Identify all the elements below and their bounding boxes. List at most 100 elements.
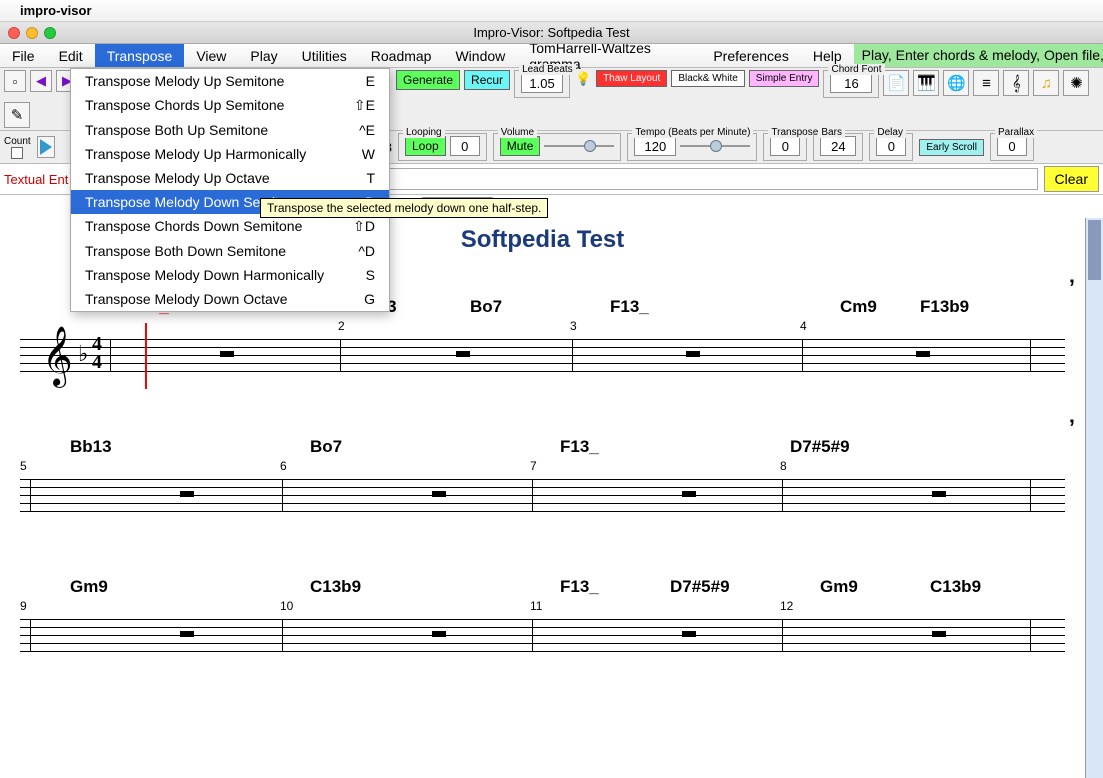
tempo-value[interactable]: 120: [634, 136, 676, 156]
pencil-icon[interactable]: ✎: [4, 102, 30, 128]
dropdown-item[interactable]: Transpose Melody Down HarmonicallyS: [71, 263, 389, 287]
volume-label: Volume: [498, 127, 537, 138]
parallax-value[interactable]: 0: [997, 136, 1027, 156]
black-white-button[interactable]: Black& White: [671, 70, 744, 87]
menu-view[interactable]: View: [184, 44, 238, 67]
count-checkbox[interactable]: [11, 147, 23, 159]
chord-symbol[interactable]: F13_: [610, 297, 649, 317]
bars-group: Bars 24: [813, 133, 863, 161]
chord-symbol[interactable]: C13b9: [310, 577, 361, 597]
lead-beats-group: Lead Beats 1.05: [514, 70, 570, 98]
loop-button[interactable]: Loop: [405, 136, 446, 156]
playback-cursor: [145, 323, 147, 389]
lead-beats-label: Lead Beats: [519, 64, 576, 75]
menubar-hint: Play, Enter chords & melody, Open file, …: [854, 44, 1103, 67]
tempo-slider[interactable]: [680, 137, 750, 155]
staff[interactable]: 𝄞♭44: [20, 335, 1065, 377]
volume-slider[interactable]: [544, 137, 614, 155]
count-group: Count: [4, 136, 31, 159]
open-file-icon[interactable]: 📄: [883, 70, 909, 96]
loop-count[interactable]: 0: [450, 136, 480, 156]
play-button[interactable]: [37, 136, 55, 158]
mute-button[interactable]: Mute: [500, 136, 541, 156]
bulb-icon[interactable]: 💡: [574, 70, 592, 88]
treble-clef-icon: 𝄞: [42, 327, 73, 387]
chord-symbol[interactable]: C13b9: [930, 577, 981, 597]
chord-symbol[interactable]: Bo7: [310, 437, 342, 457]
menu-utilities[interactable]: Utilities: [290, 44, 359, 67]
dropdown-item[interactable]: Transpose Melody Up SemitoneE: [71, 69, 389, 93]
delay-value[interactable]: 0: [876, 136, 906, 156]
staff[interactable]: [20, 475, 1065, 517]
chord-font-label: Chord Font: [828, 64, 884, 75]
early-scroll-button[interactable]: Early Scroll: [919, 139, 984, 156]
lead-beats-value[interactable]: 1.05: [521, 73, 563, 93]
chord-symbol[interactable]: F13_: [560, 437, 599, 457]
mac-app-name[interactable]: impro-visor: [20, 3, 92, 18]
volume-group: Volume Mute: [493, 133, 622, 161]
looping-label: Looping: [403, 127, 445, 138]
bar-number: 6: [280, 459, 287, 473]
wheel-icon[interactable]: ✺: [1063, 70, 1089, 96]
menu-window[interactable]: Window: [443, 44, 517, 67]
parallax-label: Parallax: [995, 127, 1037, 138]
zoom-icon[interactable]: [44, 27, 56, 39]
dropdown-item[interactable]: Transpose Melody Up HarmonicallyW: [71, 142, 389, 166]
simple-entry-button[interactable]: Simple Entry: [749, 70, 820, 87]
globe-icon[interactable]: 🌐: [943, 70, 969, 96]
menu-transpose[interactable]: Transpose: [95, 44, 185, 67]
chord-symbol[interactable]: F13_: [560, 577, 599, 597]
bar-number: 7: [530, 459, 537, 473]
textual-entry-label: Textual Ent: [4, 172, 68, 187]
generate-button[interactable]: Generate: [396, 70, 460, 90]
menu-preferences[interactable]: Preferences: [701, 44, 800, 67]
vertical-scrollbar[interactable]: [1085, 218, 1103, 778]
chord-font-value[interactable]: 16: [830, 73, 872, 93]
window-titlebar: Impro-Visor: Softpedia Test: [0, 22, 1103, 44]
transpose-value[interactable]: 0: [770, 136, 800, 156]
leadsheet-icon[interactable]: ≡: [973, 70, 999, 96]
minimize-icon[interactable]: [26, 27, 38, 39]
bar-number: 8: [780, 459, 787, 473]
delay-label: Delay: [874, 127, 906, 138]
scrollbar-thumb[interactable]: [1088, 220, 1101, 280]
chord-symbol[interactable]: Bb13: [70, 437, 112, 457]
count-label: Count: [4, 136, 31, 147]
key-signature: ♭: [78, 341, 88, 367]
bars-label: Bars: [818, 127, 845, 138]
chord-symbol[interactable]: D7#5#9: [670, 577, 730, 597]
parallax-group: Parallax 0: [990, 133, 1034, 161]
voicing-icon[interactable]: 🎹: [913, 70, 939, 96]
chord-symbol[interactable]: Gm9: [70, 577, 108, 597]
window-title: Impro-Visor: Softpedia Test: [473, 25, 629, 40]
menu-play[interactable]: Play: [238, 44, 289, 67]
staff[interactable]: [20, 615, 1065, 657]
dropdown-item[interactable]: Transpose Melody Down OctaveG: [71, 287, 389, 311]
bars-value[interactable]: 24: [820, 136, 856, 156]
chord-symbol[interactable]: F13b9: [920, 297, 969, 317]
nav-prev-icon[interactable]: ◀: [30, 70, 52, 92]
dropdown-item[interactable]: Transpose Both Up Semitone^E: [71, 118, 389, 142]
bar-number: 10: [280, 599, 293, 613]
chord-symbol[interactable]: Gm9: [820, 577, 858, 597]
menu-roadmap[interactable]: Roadmap: [359, 44, 444, 67]
menu-file[interactable]: File: [0, 44, 47, 67]
recur-button[interactable]: Recur: [464, 70, 510, 90]
chord-symbol[interactable]: Cm9: [840, 297, 877, 317]
chord-symbol[interactable]: D7#5#9: [790, 437, 850, 457]
transpose-group: Transpose 0: [763, 133, 807, 161]
tempo-group: Tempo (Beats per Minute) 120: [627, 133, 757, 161]
treble-clef-icon[interactable]: 𝄞: [1003, 70, 1029, 96]
bar-number: 12: [780, 599, 793, 613]
dropdown-item[interactable]: Transpose Chords Up Semitone⇧E: [71, 93, 389, 118]
menu-edit[interactable]: Edit: [47, 44, 95, 67]
chord-symbol[interactable]: Bo7: [470, 297, 502, 317]
thaw-layout-button[interactable]: Thaw Layout: [596, 70, 667, 87]
dropdown-item[interactable]: Transpose Both Down Semitone^D: [71, 239, 389, 263]
tooltip: Transpose the selected melody down one h…: [260, 198, 548, 218]
toolbar-new-icon[interactable]: ▫: [4, 70, 26, 92]
clear-button[interactable]: Clear: [1044, 166, 1099, 192]
close-icon[interactable]: [8, 27, 20, 39]
dropdown-item[interactable]: Transpose Melody Up OctaveT: [71, 166, 389, 190]
notes-icon[interactable]: ♫: [1033, 70, 1059, 96]
